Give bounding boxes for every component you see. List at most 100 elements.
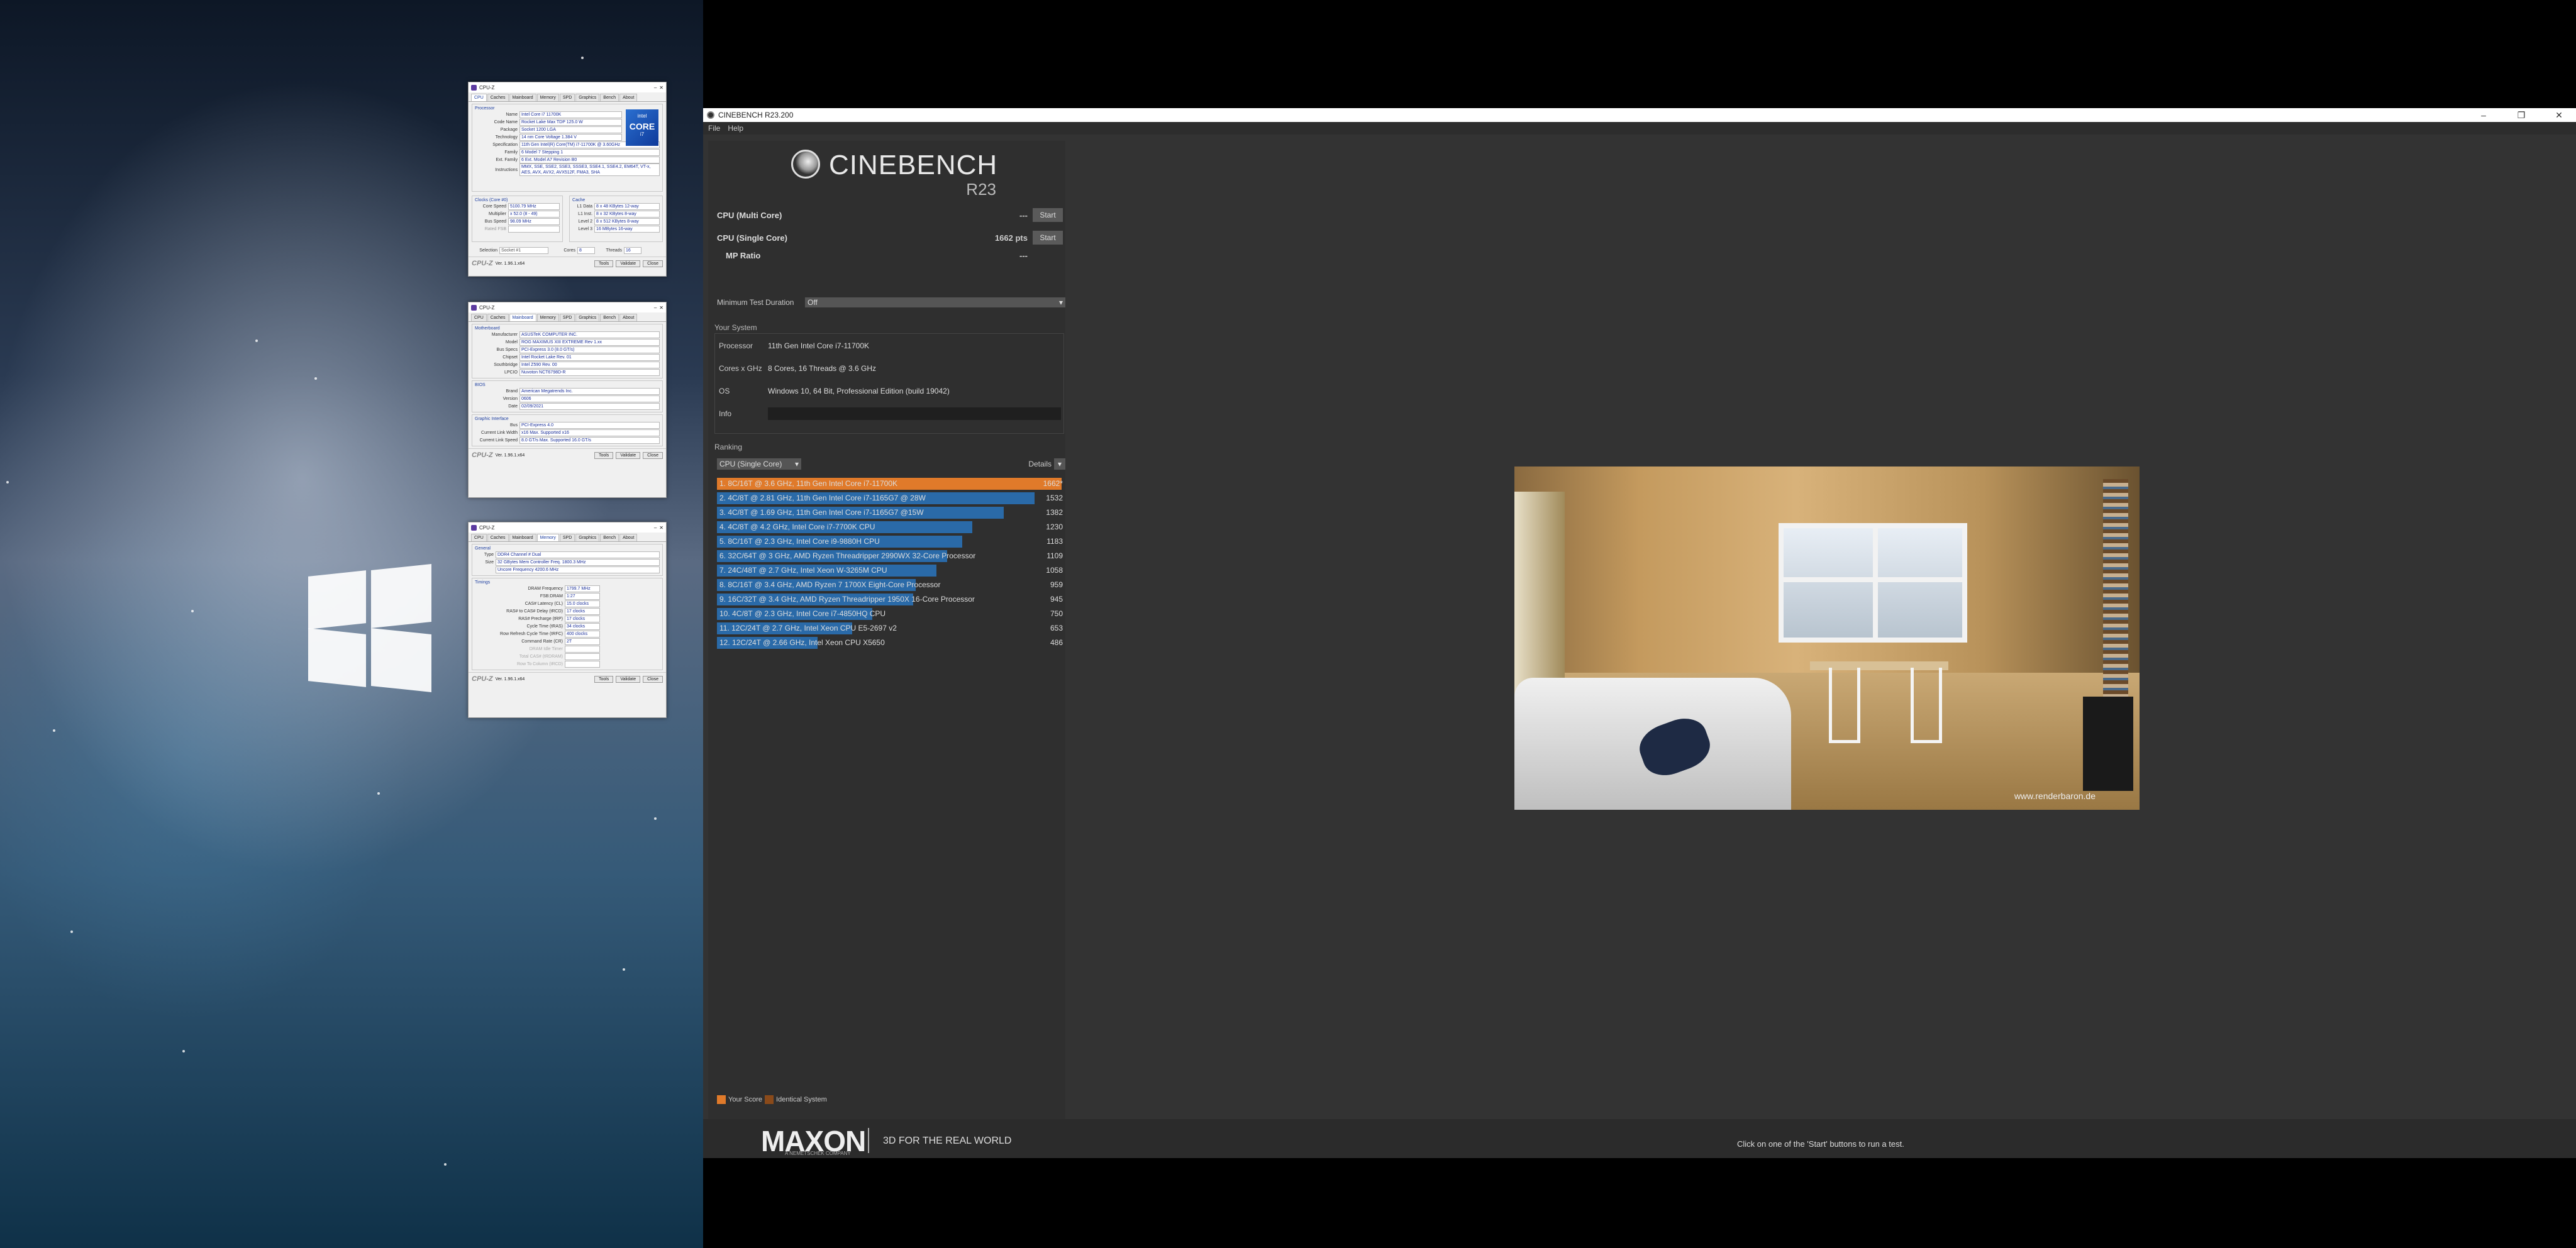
tab-spd[interactable]: SPD (559, 94, 575, 101)
cpuz-app-icon (471, 304, 477, 311)
maximize-icon[interactable]: ❐ (2504, 110, 2538, 121)
tab-caches[interactable]: Caches (487, 534, 509, 541)
os-value: Windows 10, 64 Bit, Professional Edition… (768, 387, 950, 395)
ranking-row[interactable]: 8. 8C/16T @ 3.4 GHz, AMD Ryzen 7 1700X E… (717, 578, 1065, 592)
tab-memory[interactable]: Memory (536, 534, 559, 541)
field-label: Southbridge (494, 362, 518, 367)
ranking-score: 750 (1050, 609, 1063, 618)
close-button[interactable]: Close (643, 451, 663, 459)
info-input[interactable] (768, 407, 1061, 420)
field-value: 5100.79 MHz (508, 202, 560, 210)
tab-memory[interactable]: Memory (536, 94, 559, 101)
ranking-row[interactable]: 12. 12C/24T @ 2.66 GHz, Intel Xeon CPU X… (717, 636, 1065, 650)
validate-button[interactable]: Validate (616, 260, 641, 267)
tab-mainboard[interactable]: Mainboard (509, 94, 536, 101)
field-value: 8 x 48 KBytes 12-way (594, 202, 660, 210)
tab-caches[interactable]: Caches (487, 94, 509, 101)
ranking-cpu-label: 8. 8C/16T @ 3.4 GHz, AMD Ryzen 7 1700X E… (719, 580, 941, 589)
tab-about[interactable]: About (619, 94, 638, 101)
logo-word: CINEBENCH (829, 150, 998, 180)
tab-about[interactable]: About (619, 534, 638, 541)
multi-core-start-button[interactable]: Start (1033, 208, 1063, 222)
ranking-row[interactable]: 9. 16C/32T @ 3.4 GHz, AMD Ryzen Threadri… (717, 592, 1065, 607)
tab-spd[interactable]: SPD (559, 314, 575, 321)
minimize-icon[interactable]: – (654, 305, 657, 311)
close-icon[interactable]: ✕ (659, 525, 663, 531)
tab-cpu[interactable]: CPU (471, 94, 487, 101)
logo-version: R23 (966, 180, 996, 199)
ranking-row[interactable]: 2. 4C/8T @ 2.81 GHz, 11th Gen Intel Core… (717, 491, 1065, 505)
close-icon[interactable]: ✕ (2542, 110, 2576, 121)
render-window (1779, 523, 1967, 643)
processor-label: Processor (719, 341, 753, 350)
tab-cpu[interactable]: CPU (471, 314, 487, 321)
validate-button[interactable]: Validate (616, 451, 641, 459)
single-core-start-button[interactable]: Start (1033, 231, 1063, 245)
cpuz-titlebar[interactable]: CPU-Z – ✕ (469, 302, 666, 312)
tools-button[interactable]: Tools (594, 675, 614, 683)
star (623, 968, 625, 971)
minimize-icon[interactable]: – (654, 525, 657, 531)
ranking-dropdown[interactable]: CPU (Single Core) (717, 458, 801, 470)
field-label: Rated FSB (484, 226, 506, 231)
field-value: 1799.7 MHz (565, 585, 600, 592)
close-icon[interactable]: ✕ (659, 85, 663, 91)
ranking-row[interactable]: 1. 8C/16T @ 3.6 GHz, 11th Gen Intel Core… (717, 477, 1065, 491)
cpuz-mainboard-window[interactable]: CPU-Z – ✕ CPU Caches Mainboard Memory SP… (468, 302, 667, 498)
tab-memory[interactable]: Memory (536, 314, 559, 321)
ranking-cpu-label: 5. 8C/16T @ 2.3 GHz, Intel Core i9-9880H… (719, 537, 880, 546)
field-value: Uncore Frequency 4200.6 MHz (496, 566, 660, 573)
ranking-row[interactable]: 10. 4C/8T @ 2.3 GHz, Intel Core i7-4850H… (717, 607, 1065, 621)
ranking-cpu-label: 10. 4C/8T @ 2.3 GHz, Intel Core i7-4850H… (719, 609, 886, 618)
cores-value: 8 Cores, 16 Threads @ 3.6 GHz (768, 364, 877, 373)
field-value: 34 clocks (565, 622, 600, 630)
ranking-row[interactable]: 3. 4C/8T @ 1.69 GHz, 11th Gen Intel Core… (717, 505, 1065, 520)
ranking-score: 1382 (1046, 508, 1063, 517)
min-test-dropdown[interactable]: Off (805, 297, 1065, 307)
tab-about[interactable]: About (619, 314, 638, 321)
tab-mainboard[interactable]: Mainboard (509, 314, 536, 321)
cpuz-cpu-window[interactable]: CPU-Z – ✕ CPU Caches Mainboard Memory SP… (468, 82, 667, 277)
close-icon[interactable]: ✕ (659, 305, 663, 311)
ranking-row[interactable]: 11. 12C/24T @ 2.7 GHz, Intel Xeon CPU E5… (717, 621, 1065, 636)
minimize-icon[interactable]: – (2467, 110, 2501, 120)
field-label: Current Link Width (481, 430, 518, 435)
tools-button[interactable]: Tools (594, 451, 614, 459)
field-value: Intel Core i7 11700K (519, 111, 622, 118)
tab-graphics[interactable]: Graphics (575, 534, 600, 541)
tab-bench[interactable]: Bench (600, 314, 619, 321)
multi-core-label: CPU (Multi Core) (717, 210, 782, 220)
tab-graphics[interactable]: Graphics (575, 94, 600, 101)
validate-button[interactable]: Validate (616, 675, 641, 683)
cpuz-titlebar[interactable]: CPU-Z – ✕ (469, 82, 666, 92)
minimize-icon[interactable]: – (654, 85, 657, 91)
mp-ratio-row: MP Ratio --- (726, 248, 1063, 263)
tab-spd[interactable]: SPD (559, 534, 575, 541)
close-button[interactable]: Close (643, 675, 663, 683)
close-button[interactable]: Close (643, 260, 663, 267)
selection-dropdown[interactable]: Socket #1 (499, 246, 548, 254)
ranking-row[interactable]: 6. 32C/64T @ 3 GHz, AMD Ryzen Threadripp… (717, 549, 1065, 563)
ranking-row[interactable]: 7. 24C/48T @ 2.7 GHz, Intel Xeon W-3265M… (717, 563, 1065, 578)
selection-row: Selection Socket #1 Cores 8 Threads 16 (472, 246, 662, 254)
cpuz-titlebar[interactable]: CPU-Z – ✕ (469, 522, 666, 533)
tab-graphics[interactable]: Graphics (575, 314, 600, 321)
cpuz-tabs: CPU Caches Mainboard Memory SPD Graphics… (469, 312, 666, 322)
details-dropdown-icon[interactable]: ▾ (1054, 458, 1065, 470)
tab-mainboard[interactable]: Mainboard (509, 534, 536, 541)
cinebench-window[interactable]: CINEBENCH R23.200 – ❐ ✕ File Help CINEBE… (703, 108, 2576, 1158)
cinebench-titlebar[interactable]: CINEBENCH R23.200 – ❐ ✕ (703, 108, 2576, 122)
tab-cpu[interactable]: CPU (471, 534, 487, 541)
tools-button[interactable]: Tools (594, 260, 614, 267)
tab-caches[interactable]: Caches (487, 314, 509, 321)
star (314, 377, 317, 380)
menu-file[interactable]: File (708, 124, 720, 133)
field-label: Cycle Time (tRAS) (526, 624, 563, 629)
ranking-row[interactable]: 5. 8C/16T @ 2.3 GHz, Intel Core i9-9880H… (717, 534, 1065, 549)
cpuz-memory-window[interactable]: CPU-Z – ✕ CPU Caches Mainboard Memory SP… (468, 522, 667, 718)
ranking-row[interactable]: 4. 4C/8T @ 4.2 GHz, Intel Core i7-7700K … (717, 520, 1065, 534)
field-label: L1 Inst. (578, 211, 593, 216)
tab-bench[interactable]: Bench (600, 94, 619, 101)
menu-help[interactable]: Help (728, 124, 743, 133)
tab-bench[interactable]: Bench (600, 534, 619, 541)
